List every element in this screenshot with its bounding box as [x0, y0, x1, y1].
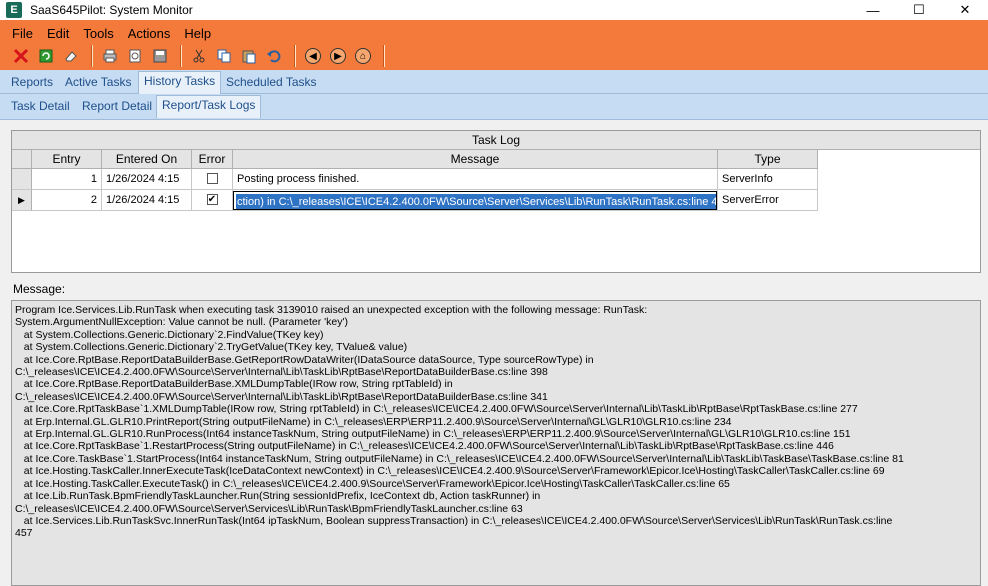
task-log-grid: Task Log Entry Entered On Error Message …: [11, 130, 981, 273]
cell-error[interactable]: [192, 169, 233, 190]
app-icon: E: [6, 2, 22, 18]
undo-icon[interactable]: [263, 45, 285, 67]
tab-active-tasks[interactable]: Active Tasks: [60, 73, 136, 93]
message-label: Message:: [13, 282, 66, 296]
header-bar: File Edit Tools Actions Help ◀ ▶ ⌂: [0, 20, 988, 70]
tab-report-detail[interactable]: Report Detail: [77, 97, 157, 117]
title-bar: E SaaS645Pilot: System Monitor — ☐ ✕: [0, 0, 988, 20]
cell-entry[interactable]: 1: [32, 169, 102, 190]
menu-tools[interactable]: Tools: [83, 26, 113, 41]
maximize-button[interactable]: ☐: [896, 0, 942, 20]
print-icon[interactable]: [99, 45, 121, 67]
column-header-error[interactable]: Error: [192, 150, 233, 169]
window-controls: — ☐ ✕: [850, 0, 988, 20]
tab-reports[interactable]: Reports: [6, 73, 58, 93]
minimize-button[interactable]: —: [850, 0, 896, 20]
cell-entered-on[interactable]: 1/26/2024 4:15: [102, 169, 192, 190]
cell-type[interactable]: ServerInfo: [718, 169, 818, 190]
row-selector-active[interactable]: ▶: [12, 190, 32, 211]
menu-bar: File Edit Tools Actions Help: [12, 26, 211, 41]
cell-type[interactable]: ServerError: [718, 190, 818, 211]
copy-icon[interactable]: [213, 45, 235, 67]
message-textbox[interactable]: Program Ice.Services.Lib.RunTask when ex…: [11, 300, 981, 586]
row-selector[interactable]: [12, 169, 32, 190]
menu-edit[interactable]: Edit: [47, 26, 69, 41]
secondary-tabs: Task Detail Report Detail Report/Task Lo…: [0, 94, 988, 120]
forward-icon[interactable]: ▶: [327, 45, 349, 67]
column-header-type[interactable]: Type: [718, 150, 818, 169]
cell-error[interactable]: ✔: [192, 190, 233, 211]
close-icon[interactable]: [10, 45, 32, 67]
selected-message-text[interactable]: ction) in C:\_releases\ICE\ICE4.2.400.0F…: [236, 194, 716, 209]
refresh-icon[interactable]: [35, 45, 57, 67]
toolbar-separator: [294, 45, 296, 67]
task-log-title: Task Log: [12, 131, 980, 150]
save-icon[interactable]: [149, 45, 171, 67]
menu-help[interactable]: Help: [184, 26, 211, 41]
cell-message-editing[interactable]: ction) in C:\_releases\ICE\ICE4.2.400.0F…: [233, 190, 718, 211]
paste-icon[interactable]: [238, 45, 260, 67]
menu-file[interactable]: File: [12, 26, 33, 41]
cell-entered-on[interactable]: 1/26/2024 4:15: [102, 190, 192, 211]
close-window-button[interactable]: ✕: [942, 0, 988, 20]
main-panel: Task Log Entry Entered On Error Message …: [0, 120, 988, 586]
tab-history-tasks[interactable]: History Tasks: [138, 71, 222, 94]
error-checkbox[interactable]: [206, 173, 218, 184]
window-title: SaaS645Pilot: System Monitor: [30, 3, 193, 17]
toolbar: ◀ ▶ ⌂: [10, 44, 391, 68]
menu-actions[interactable]: Actions: [128, 26, 171, 41]
tab-report-task-logs[interactable]: Report/Task Logs: [156, 95, 262, 118]
column-header-message[interactable]: Message: [233, 150, 718, 169]
toolbar-separator: [383, 45, 385, 67]
primary-tabs: Reports Active Tasks History Tasks Sched…: [0, 70, 988, 94]
cut-icon[interactable]: [188, 45, 210, 67]
error-checkbox-checked[interactable]: ✔: [206, 194, 218, 205]
home-icon[interactable]: ⌂: [352, 45, 374, 67]
cell-entry[interactable]: 2: [32, 190, 102, 211]
message-edit-field[interactable]: ction) in C:\_releases\ICE\ICE4.2.400.0F…: [233, 191, 717, 210]
eraser-icon[interactable]: [60, 45, 82, 67]
tab-task-detail[interactable]: Task Detail: [6, 97, 75, 117]
toolbar-separator: [91, 45, 93, 67]
back-icon[interactable]: ◀: [302, 45, 324, 67]
column-header-entry[interactable]: Entry: [32, 150, 102, 169]
row-header-corner: [12, 150, 32, 169]
tab-scheduled-tasks[interactable]: Scheduled Tasks: [221, 73, 322, 93]
column-header-entered-on[interactable]: Entered On: [102, 150, 192, 169]
cell-message[interactable]: Posting process finished.: [233, 169, 718, 190]
print-preview-icon[interactable]: [124, 45, 146, 67]
toolbar-separator: [180, 45, 182, 67]
